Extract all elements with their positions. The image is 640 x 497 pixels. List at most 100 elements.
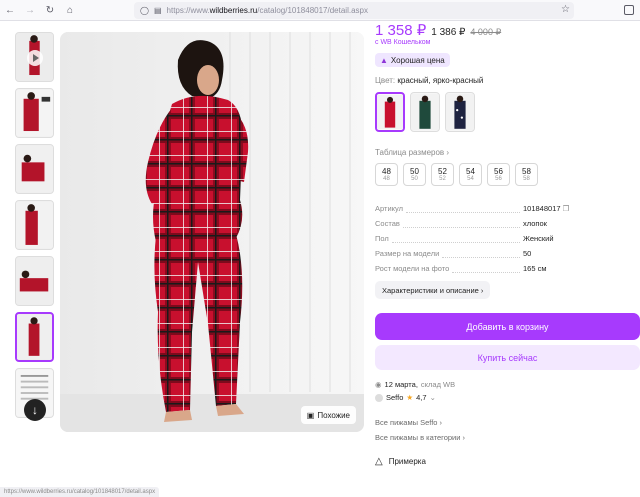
url-text: https://www.wildberries.ru/catalog/10184… <box>166 6 368 15</box>
thumb-up-icon: ▲ <box>380 55 388 65</box>
delivery-icon: ◉ <box>375 380 382 389</box>
forward-icon[interactable]: → <box>20 0 40 21</box>
spec-list: Артикул 101848017 ❐ Состав хлопок Пол Женск… <box>375 201 575 276</box>
spec-key: Пол <box>375 234 389 243</box>
swatch-red[interactable] <box>375 92 405 132</box>
price-block: 1 358 ₽ 1 386 ₽ 4 000 ₽ <box>375 21 501 39</box>
spec-value: 165 см <box>523 264 547 273</box>
good-price-label: Хорошая цена <box>390 55 445 65</box>
spec-value: хлопок <box>523 219 547 228</box>
extension-icon[interactable] <box>624 5 634 15</box>
thumbnail-image[interactable] <box>15 200 54 250</box>
spec-row: Состав хлопок <box>375 216 575 231</box>
size-value: 48 <box>382 167 391 176</box>
reload-icon[interactable]: ↻ <box>40 0 60 21</box>
size-ru: 48 <box>383 176 390 182</box>
spec-key: Размер на модели <box>375 249 440 258</box>
thumbnail-list <box>15 32 57 424</box>
spec-value: 101848017 ❐ <box>523 204 575 213</box>
size-ru: 54 <box>467 176 474 182</box>
thumbnail-video[interactable] <box>15 32 54 82</box>
size-table-label: Таблица размеров <box>375 148 445 157</box>
all-category-link[interactable]: Все пижамы в категории › <box>375 433 465 442</box>
chevron-down-icon: ⌄ <box>429 393 436 402</box>
back-icon[interactable]: ← <box>0 0 20 21</box>
star-icon[interactable]: ☆ <box>561 4 570 15</box>
delivery-date: 12 марта, <box>384 380 418 389</box>
thumbnail-image-selected[interactable] <box>15 312 54 362</box>
size-ru: 52 <box>439 176 446 182</box>
size-ru: 58 <box>523 176 530 182</box>
size-ru: 56 <box>495 176 502 182</box>
fitting-button[interactable]: △ Примерка <box>375 456 426 467</box>
arrow-down-icon[interactable]: ↓ <box>24 399 46 421</box>
size-option[interactable]: 56 56 <box>487 163 510 186</box>
thumbnail-image[interactable] <box>15 88 54 138</box>
size-value: 50 <box>410 167 419 176</box>
shield-icon[interactable]: ◯ <box>140 6 149 15</box>
spec-leader <box>402 220 520 228</box>
good-price-badge: ▲ Хорошая цена <box>375 53 450 67</box>
wallet-note[interactable]: с WB Кошельком <box>375 39 431 46</box>
spec-key: Состав <box>375 219 400 228</box>
color-value: красный, ярко-красный <box>397 76 484 85</box>
model-photo <box>60 32 364 432</box>
thumbnail-image[interactable] <box>15 144 54 194</box>
star-icon: ★ <box>406 393 414 402</box>
seller-rating: 4,7 <box>416 393 427 402</box>
spec-leader <box>442 250 520 258</box>
similar-label: Похожие <box>317 410 350 420</box>
address-bar[interactable]: ◯ ▤ https://www.wildberries.ru/catalog/1… <box>134 2 574 19</box>
copy-icon[interactable]: ❐ <box>563 204 570 213</box>
size-value: 52 <box>438 167 447 176</box>
home-icon[interactable]: ⌂ <box>60 0 80 21</box>
size-table-link[interactable]: Таблица размеров › <box>375 148 449 157</box>
spec-row: Размер на модели 50 <box>375 246 575 261</box>
color-key: Цвет: <box>375 76 396 85</box>
article-number: 101848017 <box>523 204 561 213</box>
size-option[interactable]: 50 50 <box>403 163 426 186</box>
characteristics-label: Характеристики и описание <box>382 285 479 295</box>
spec-leader <box>452 265 520 273</box>
size-option[interactable]: 58 58 <box>515 163 538 186</box>
current-price: 1 358 ₽ <box>375 22 427 39</box>
all-category-label: Все пижамы в категории <box>375 433 461 442</box>
spec-row: Рост модели на фото 165 см <box>375 261 575 276</box>
size-value: 54 <box>466 167 475 176</box>
lock-icon[interactable]: ▤ <box>154 6 162 15</box>
all-seller-label: Все пижамы Seffo <box>375 418 438 427</box>
swatch-green[interactable] <box>410 92 440 132</box>
color-swatches <box>375 92 475 132</box>
spec-leader <box>391 235 520 243</box>
old-price: 4 000 ₽ <box>470 27 502 37</box>
similar-button[interactable]: ▣ Похожие <box>300 406 356 424</box>
add-to-cart-button[interactable]: Добавить в корзину <box>375 313 640 340</box>
seller-info[interactable]: Seffo ★ 4,7 ⌄ <box>375 393 436 402</box>
spec-value: Женский <box>523 234 554 243</box>
status-bar: https://www.wildberries.ru/catalog/10184… <box>0 487 160 497</box>
size-options: 48 48 50 50 52 52 54 54 56 56 58 58 <box>375 163 538 186</box>
product-photo[interactable]: ▣ Похожие <box>60 32 364 432</box>
color-label: Цвет: красный, ярко-красный <box>375 76 483 85</box>
size-ru: 50 <box>411 176 418 182</box>
characteristics-button[interactable]: Характеристики и описание › <box>375 281 491 299</box>
spec-leader <box>405 205 520 213</box>
size-option[interactable]: 48 48 <box>375 163 398 186</box>
browser-toolbar: ← → ↻ ⌂ ◯ ▤ https://www.wildberries.ru/c… <box>0 0 640 21</box>
play-icon <box>27 50 43 66</box>
seller-name[interactable]: Seffo <box>386 393 403 402</box>
wallet-price: 1 386 ₽ <box>431 27 466 38</box>
spec-key: Артикул <box>375 204 403 213</box>
size-option[interactable]: 52 52 <box>431 163 454 186</box>
swatch-navy[interactable] <box>445 92 475 132</box>
delivery-info: ◉ 12 марта, склад WB <box>375 380 455 389</box>
size-option[interactable]: 54 54 <box>459 163 482 186</box>
seller-logo-icon <box>375 393 383 402</box>
spec-row: Пол Женский <box>375 231 575 246</box>
size-value: 58 <box>522 167 531 176</box>
hanger-icon: △ <box>375 456 383 467</box>
all-seller-pajamas-link[interactable]: Все пижамы Seffo › <box>375 418 442 427</box>
spec-row: Артикул 101848017 ❐ <box>375 201 575 216</box>
thumbnail-image[interactable] <box>15 256 54 306</box>
buy-now-button[interactable]: Купить сейчас <box>375 345 640 370</box>
